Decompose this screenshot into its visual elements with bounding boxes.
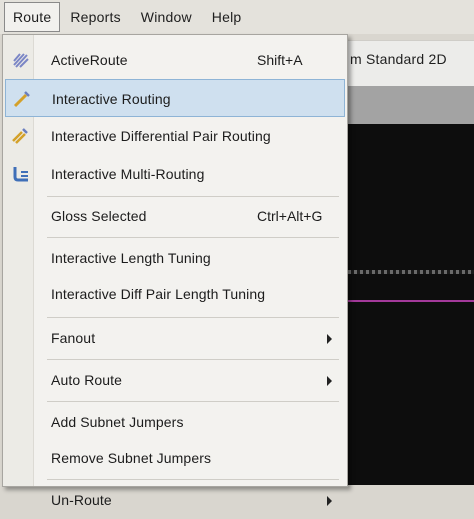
menu-item-un-route[interactable]: Un-Route xyxy=(5,481,345,519)
menu-item-diff-pair-length-tuning[interactable]: Interactive Diff Pair Length Tuning xyxy=(5,275,345,313)
submenu-arrow-icon xyxy=(327,376,332,386)
submenu-arrow-icon xyxy=(327,334,332,344)
menu-item-label: Auto Route xyxy=(51,372,123,388)
menu-separator xyxy=(47,237,339,238)
menu-item-shortcut: Ctrl+Alt+G xyxy=(257,208,323,224)
board-edge xyxy=(342,270,474,274)
pcb-canvas[interactable] xyxy=(342,124,474,485)
menu-item-interactive-routing[interactable]: Interactive Routing xyxy=(5,79,345,117)
view-mode-label[interactable]: m Standard 2D xyxy=(350,51,447,67)
menu-item-label: Interactive Differential Pair Routing xyxy=(51,128,271,144)
menu-item-label: Gloss Selected xyxy=(51,208,147,224)
menu-separator xyxy=(47,479,339,480)
menu-item-label: ActiveRoute xyxy=(51,52,128,68)
menu-separator xyxy=(47,359,339,360)
interactive-routing-icon xyxy=(13,91,30,108)
menu-item-label: Remove Subnet Jumpers xyxy=(51,450,212,466)
menu-item-label: Fanout xyxy=(51,330,96,346)
menu-separator xyxy=(47,401,339,402)
multi-routing-icon xyxy=(13,167,28,182)
menu-item-active-route[interactable]: ActiveRoute Shift+A xyxy=(5,41,345,79)
menu-window[interactable]: Window xyxy=(131,4,202,30)
menu-item-length-tuning[interactable]: Interactive Length Tuning xyxy=(5,239,345,277)
menu-item-remove-subnet-jumpers[interactable]: Remove Subnet Jumpers xyxy=(5,439,345,477)
net-trace xyxy=(342,300,474,302)
menu-item-label: Un-Route xyxy=(51,492,112,508)
document-tab-strip xyxy=(342,86,474,124)
menu-reports[interactable]: Reports xyxy=(60,4,130,30)
menu-item-auto-route[interactable]: Auto Route xyxy=(5,361,345,399)
menu-separator xyxy=(47,317,339,318)
active-route-icon xyxy=(13,53,29,68)
menu-item-label: Interactive Routing xyxy=(52,91,171,107)
menu-bar: Route Reports Window Help xyxy=(0,0,474,34)
route-menu-dropdown: ActiveRoute Shift+A Interactive Routing … xyxy=(2,34,348,508)
menu-help[interactable]: Help xyxy=(202,4,252,30)
menu-item-shortcut: Shift+A xyxy=(257,52,303,68)
menu-item-label: Interactive Diff Pair Length Tuning xyxy=(51,286,266,302)
menu-item-gloss-selected[interactable]: Gloss Selected Ctrl+Alt+G xyxy=(5,197,345,235)
menu-route[interactable]: Route xyxy=(4,2,61,32)
submenu-arrow-icon xyxy=(327,496,332,506)
differential-pair-routing-icon xyxy=(12,128,28,144)
menu-item-differential-pair-routing[interactable]: Interactive Differential Pair Routing xyxy=(5,117,345,155)
menu-item-label: Interactive Multi-Routing xyxy=(51,166,205,182)
menu-item-add-subnet-jumpers[interactable]: Add Subnet Jumpers xyxy=(5,403,345,441)
menu-item-multi-routing[interactable]: Interactive Multi-Routing xyxy=(5,155,345,193)
menu-item-label: Add Subnet Jumpers xyxy=(51,414,184,430)
menu-item-label: Interactive Length Tuning xyxy=(51,250,211,266)
menu-item-fanout[interactable]: Fanout xyxy=(5,319,345,357)
